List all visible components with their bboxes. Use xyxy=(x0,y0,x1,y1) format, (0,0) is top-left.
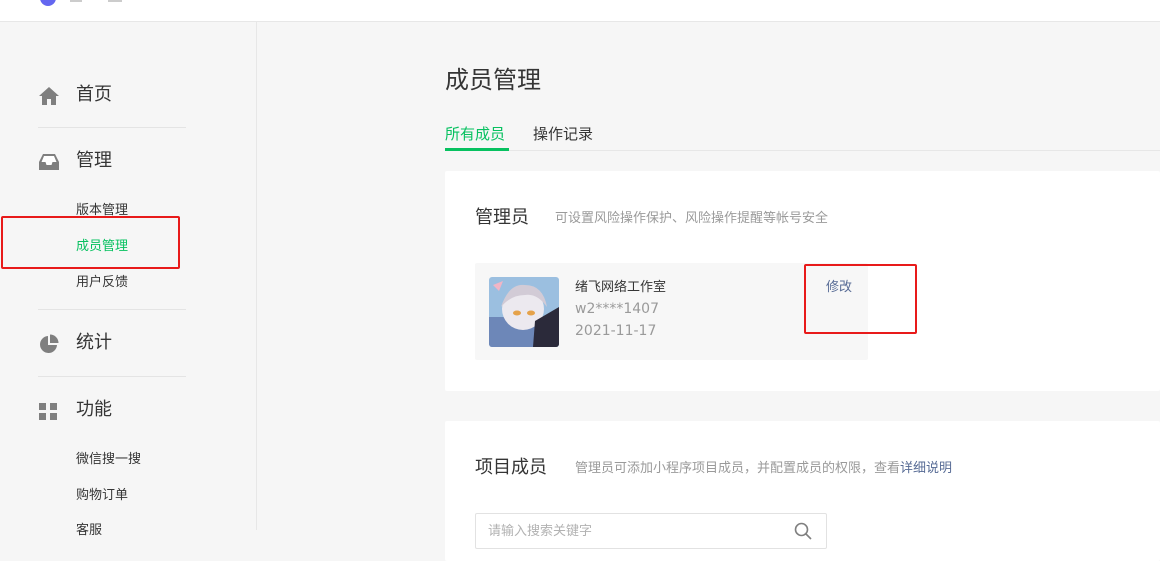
inbox-icon xyxy=(39,154,59,170)
sidebar-subitem-wechat-search[interactable]: 微信搜一搜 xyxy=(76,451,141,469)
members-section-desc-text: 管理员可添加小程序项目成员，并配置成员的权限，查看 xyxy=(575,461,901,476)
members-section-title: 项目成员 xyxy=(475,457,547,478)
tab-active-indicator xyxy=(445,148,509,151)
highlight-box-edit xyxy=(804,264,917,334)
details-link[interactable]: 详细说明 xyxy=(900,461,952,476)
members-section-desc: 管理员可添加小程序项目成员，并配置成员的权限，查看详细说明 xyxy=(575,459,952,479)
top-bar xyxy=(0,0,1160,22)
admin-name: 绪飞网络工作室 xyxy=(575,280,667,295)
member-search-box xyxy=(475,513,827,549)
tab-all-members[interactable]: 所有成员 xyxy=(445,123,505,145)
admin-section-title: 管理员 xyxy=(475,207,529,228)
search-icon[interactable] xyxy=(794,522,812,540)
sidebar-divider xyxy=(38,376,186,377)
tab-operation-log[interactable]: 操作记录 xyxy=(533,123,593,145)
sidebar-item-home-label: 首页 xyxy=(76,84,112,105)
page-title: 成员管理 xyxy=(445,66,541,94)
admin-id: w2****1407 xyxy=(575,301,659,317)
admin-date: 2021-11-17 xyxy=(575,323,657,339)
sidebar-subitem-orders[interactable]: 购物订单 xyxy=(76,487,128,505)
member-search-input[interactable] xyxy=(486,520,790,542)
highlight-box-members xyxy=(1,216,180,269)
sidebar-item-stats-label: 统计 xyxy=(76,332,112,353)
sidebar-divider xyxy=(38,127,186,128)
pie-chart-icon xyxy=(40,334,59,353)
logo-text xyxy=(62,0,152,2)
avatar-image xyxy=(489,277,559,347)
tabs-divider xyxy=(445,150,1160,151)
home-icon xyxy=(39,87,59,105)
sidebar-subitem-customer-service[interactable]: 客服 xyxy=(76,522,102,540)
sidebar-subitem-feedback[interactable]: 用户反馈 xyxy=(76,274,128,292)
sidebar-item-manage-label: 管理 xyxy=(76,150,112,171)
sidebar-divider xyxy=(38,309,186,310)
admin-section-desc: 可设置风险操作保护、风险操作提醒等帐号安全 xyxy=(555,211,829,226)
avatar xyxy=(489,277,559,347)
logo-icon[interactable] xyxy=(40,0,56,6)
sidebar-item-features-label: 功能 xyxy=(76,399,112,420)
grid-icon xyxy=(39,403,57,420)
